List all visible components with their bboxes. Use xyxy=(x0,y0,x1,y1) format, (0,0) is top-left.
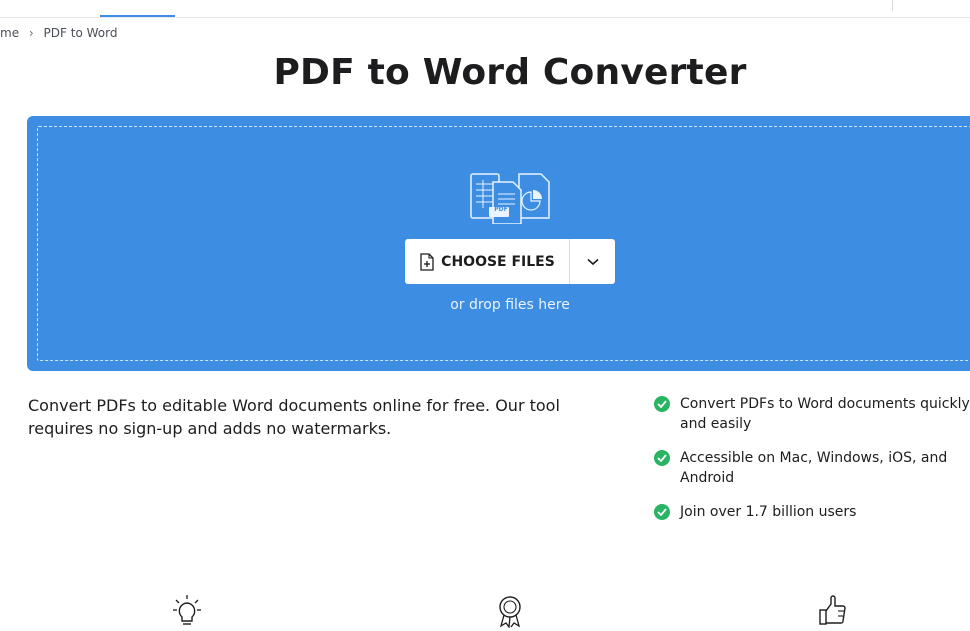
feature-item: Convert PDFs to Word documents quickly a… xyxy=(654,394,970,434)
check-circle-icon xyxy=(654,450,670,466)
illustration-pdf-badge: PDF xyxy=(494,206,508,213)
choose-files-button-group: CHOOSE FILES xyxy=(405,239,615,284)
feature-text: Accessible on Mac, Windows, iOS, and And… xyxy=(680,450,948,486)
page-title: PDF to Word Converter xyxy=(273,52,747,93)
chevron-down-icon xyxy=(586,258,599,265)
check-circle-icon xyxy=(654,396,670,412)
feature-item: Join over 1.7 billion users xyxy=(654,502,970,522)
choose-source-dropdown-button[interactable] xyxy=(570,239,615,284)
choose-files-button[interactable]: CHOOSE FILES xyxy=(405,239,569,284)
feature-text: Convert PDFs to Word documents quickly a… xyxy=(680,396,970,432)
drop-files-hint: or drop files here xyxy=(450,297,570,313)
top-navigation-bar xyxy=(0,0,970,18)
feature-list: Convert PDFs to Word documents quickly a… xyxy=(654,394,970,536)
thumbs-up-icon xyxy=(819,595,846,625)
tool-description: Convert PDFs to editable Word documents … xyxy=(28,396,560,438)
breadcrumb: me › PDF to Word xyxy=(0,26,117,40)
choose-files-label: CHOOSE FILES xyxy=(441,253,555,270)
documents-illustration-icon xyxy=(470,173,550,224)
check-circle-icon xyxy=(654,504,670,520)
lightbulb-icon xyxy=(173,595,201,625)
active-nav-indicator xyxy=(100,15,175,17)
breadcrumb-home-link[interactable]: me xyxy=(0,26,19,40)
breadcrumb-current: PDF to Word xyxy=(43,26,118,40)
nav-divider xyxy=(892,0,893,11)
breadcrumb-separator: › xyxy=(28,26,34,40)
feature-item: Accessible on Mac, Windows, iOS, and And… xyxy=(654,448,970,488)
feature-text: Join over 1.7 billion users xyxy=(680,504,857,520)
file-dropzone[interactable]: PDF CHOOSE FILES or drop files here xyxy=(27,116,970,371)
award-ribbon-icon xyxy=(499,596,521,628)
add-file-icon xyxy=(420,252,434,271)
